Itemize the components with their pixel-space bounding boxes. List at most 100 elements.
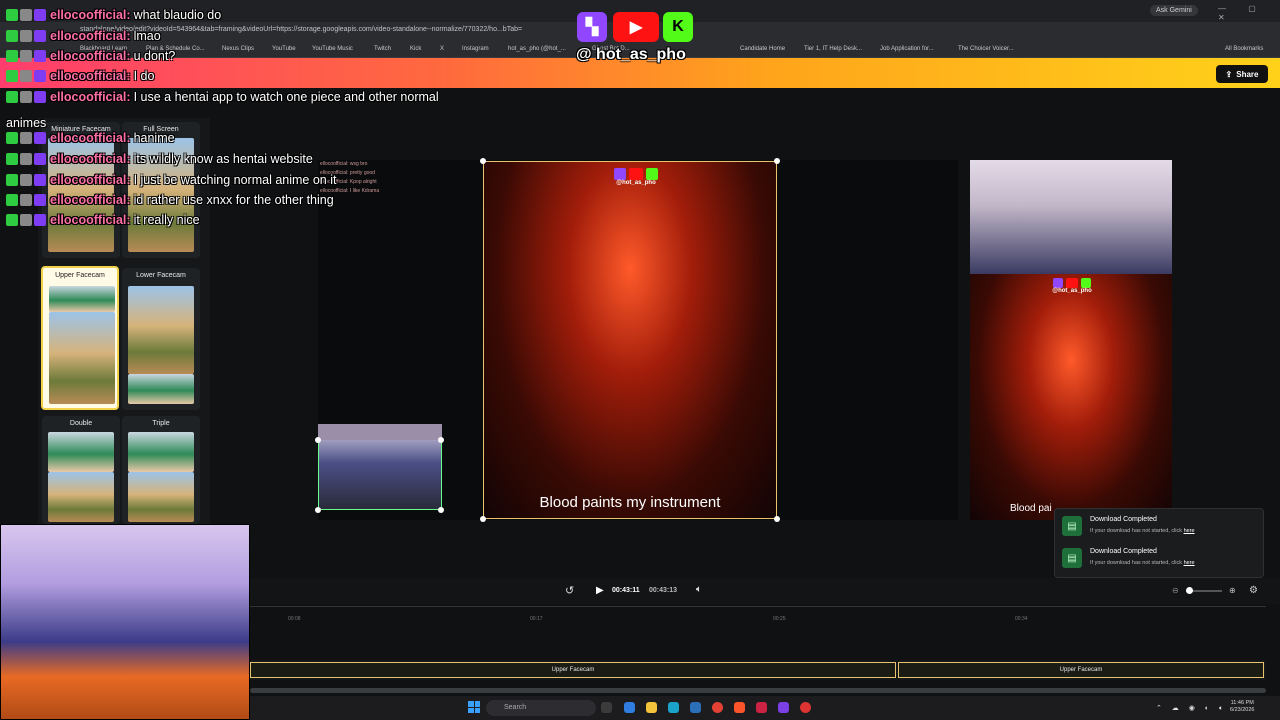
resize-handle[interactable] bbox=[438, 507, 444, 513]
chat-text: what blaudio do bbox=[133, 8, 222, 22]
youtube-mini-icon bbox=[629, 168, 643, 180]
toast-text: If your download has not started, click bbox=[1090, 528, 1183, 534]
grey-badge-icon bbox=[20, 9, 32, 21]
file-explorer-icon[interactable] bbox=[646, 702, 657, 713]
resize-handle[interactable] bbox=[774, 516, 780, 522]
social-handle: @ hot_as_pho bbox=[576, 46, 686, 63]
app-icon[interactable] bbox=[778, 702, 789, 713]
app-icon[interactable] bbox=[756, 702, 767, 713]
chat-text: I use a hentai app to watch one piece an… bbox=[133, 90, 439, 104]
bookmark[interactable]: Nexus Clips bbox=[222, 46, 254, 52]
taskbar-clock[interactable]: 11:46 PM 6/23/2026 bbox=[1230, 700, 1254, 714]
chat-username: ellocoofficial: bbox=[50, 69, 131, 83]
kick-mini-icon bbox=[1081, 278, 1091, 288]
chat-text: u dont? bbox=[133, 49, 176, 63]
chat-text: its wildly know as hentai website bbox=[133, 152, 313, 166]
toast-link[interactable]: here bbox=[1184, 528, 1195, 534]
play-icon[interactable]: ▶ bbox=[596, 585, 604, 596]
toast-title: Download Completed bbox=[1090, 548, 1157, 555]
resize-handle[interactable] bbox=[315, 437, 321, 443]
output-handle: @hot_as_pho bbox=[1052, 288, 1092, 294]
rewind-icon[interactable]: ↺ bbox=[565, 584, 574, 597]
sub-badge-icon bbox=[34, 50, 46, 62]
timeline-settings-icon[interactable]: ⚙ bbox=[1249, 585, 1258, 596]
bookmark[interactable]: Candidate Home bbox=[740, 46, 785, 52]
resize-handle[interactable] bbox=[480, 158, 486, 164]
volume-icon[interactable]: 🔈︎ bbox=[696, 584, 702, 595]
layout-label: Triple bbox=[152, 420, 170, 427]
bookmark[interactable]: Instagram bbox=[462, 46, 489, 52]
chat-text: id rather use xnxx for the other thing bbox=[133, 193, 334, 207]
chrome-icon[interactable] bbox=[712, 702, 723, 713]
layout-label: Lower Facecam bbox=[136, 272, 186, 279]
store-icon[interactable] bbox=[690, 702, 701, 713]
bookmark[interactable]: X bbox=[440, 46, 444, 52]
grey-badge-icon bbox=[20, 30, 32, 42]
timeline-clip[interactable]: Upper Facecam bbox=[250, 662, 896, 678]
layout-card-lower-facecam[interactable]: Lower Facecam bbox=[122, 268, 200, 410]
zoom-out-icon[interactable]: ⊖ bbox=[1172, 586, 1179, 595]
chat-message: ellocoofficial: I just be watching normal… bbox=[6, 170, 336, 190]
layout-card-upper-facecam[interactable]: Upper Facecam bbox=[41, 266, 119, 410]
bookmark[interactable]: YouTube Music bbox=[312, 46, 353, 52]
layout-card-double[interactable]: Double bbox=[42, 416, 120, 524]
webcam-border bbox=[0, 524, 250, 720]
verified-badge-icon bbox=[6, 194, 18, 206]
toast-link[interactable]: here bbox=[1184, 560, 1195, 566]
resize-handle[interactable] bbox=[774, 158, 780, 164]
toast-message: If your download has not started, click … bbox=[1090, 528, 1195, 534]
bookmark[interactable]: Tier 1, IT Help Desk... bbox=[804, 46, 862, 52]
bookmark[interactable]: The Choicer Voicer... bbox=[958, 46, 1014, 52]
verified-badge-icon bbox=[6, 153, 18, 165]
window-controls[interactable]: — ▢ ✕ bbox=[1218, 4, 1280, 22]
youtube-icon: ▶ bbox=[613, 12, 659, 42]
chat-username: ellocoofficial: bbox=[50, 152, 131, 166]
resize-handle[interactable] bbox=[438, 437, 444, 443]
bookmark[interactable]: hot_as_pho (@hot_... bbox=[508, 46, 566, 52]
zoom-in-icon[interactable]: ⊕ bbox=[1229, 586, 1236, 595]
timeline-scrollbar[interactable] bbox=[250, 688, 1266, 693]
main-video-crop[interactable] bbox=[483, 161, 777, 519]
edge-icon[interactable] bbox=[668, 702, 679, 713]
bookmark[interactable]: YouTube bbox=[272, 46, 296, 52]
system-tray[interactable]: ⌃ ☁ ◉ ◐ 🔈︎ bbox=[1156, 704, 1227, 713]
windows-start-icon[interactable] bbox=[468, 701, 480, 713]
clock-date: 6/23/2026 bbox=[1230, 707, 1255, 713]
resize-handle[interactable] bbox=[315, 507, 321, 513]
resize-handle[interactable] bbox=[480, 516, 486, 522]
taskbar-search[interactable]: Search bbox=[486, 700, 596, 716]
grey-badge-icon bbox=[20, 91, 32, 103]
layout-thumbnail bbox=[49, 312, 115, 404]
sub-badge-icon bbox=[34, 153, 46, 165]
facecam-crop-bar bbox=[318, 424, 442, 440]
ruler-tick: 00:08 bbox=[288, 616, 301, 622]
zoom-slider-thumb[interactable] bbox=[1186, 587, 1193, 594]
chat-text: lmao bbox=[133, 29, 161, 43]
timeline-ruler[interactable] bbox=[250, 606, 1266, 626]
chat-message: ellocoofficial: it really nice bbox=[6, 210, 200, 230]
current-time: 00:43:11 bbox=[612, 587, 640, 594]
bookmark[interactable]: Kick bbox=[410, 46, 421, 52]
bookmark[interactable]: Twitch bbox=[374, 46, 391, 52]
chat-username: ellocoofficial: bbox=[50, 193, 131, 207]
chat-text: hanime bbox=[133, 131, 175, 145]
obs-icon[interactable] bbox=[800, 702, 811, 713]
chat-text: I do bbox=[133, 69, 155, 83]
task-view-icon[interactable] bbox=[601, 702, 612, 713]
chat-username: ellocoofficial: bbox=[50, 90, 131, 104]
chat-username: ellocoofficial: bbox=[50, 8, 131, 22]
brave-icon[interactable] bbox=[734, 702, 745, 713]
grey-badge-icon bbox=[20, 194, 32, 206]
layout-thumbnail-face bbox=[128, 374, 194, 404]
ask-gemini-button[interactable]: Ask Gemini bbox=[1150, 5, 1198, 16]
download-toast: ▤ Download Completed If your download ha… bbox=[1062, 546, 1258, 574]
chat-username: ellocoofficial: bbox=[50, 131, 131, 145]
bookmark[interactable]: Job Application for... bbox=[880, 46, 934, 52]
all-bookmarks[interactable]: All Bookmarks bbox=[1225, 46, 1263, 52]
app-icon[interactable] bbox=[624, 702, 635, 713]
player-controls bbox=[250, 578, 1280, 604]
timeline-clip[interactable]: Upper Facecam bbox=[898, 662, 1264, 678]
share-icon: ⇪ bbox=[1225, 69, 1233, 79]
share-button[interactable]: ⇪ Share bbox=[1216, 65, 1268, 83]
layout-card-triple[interactable]: Triple bbox=[122, 416, 200, 524]
